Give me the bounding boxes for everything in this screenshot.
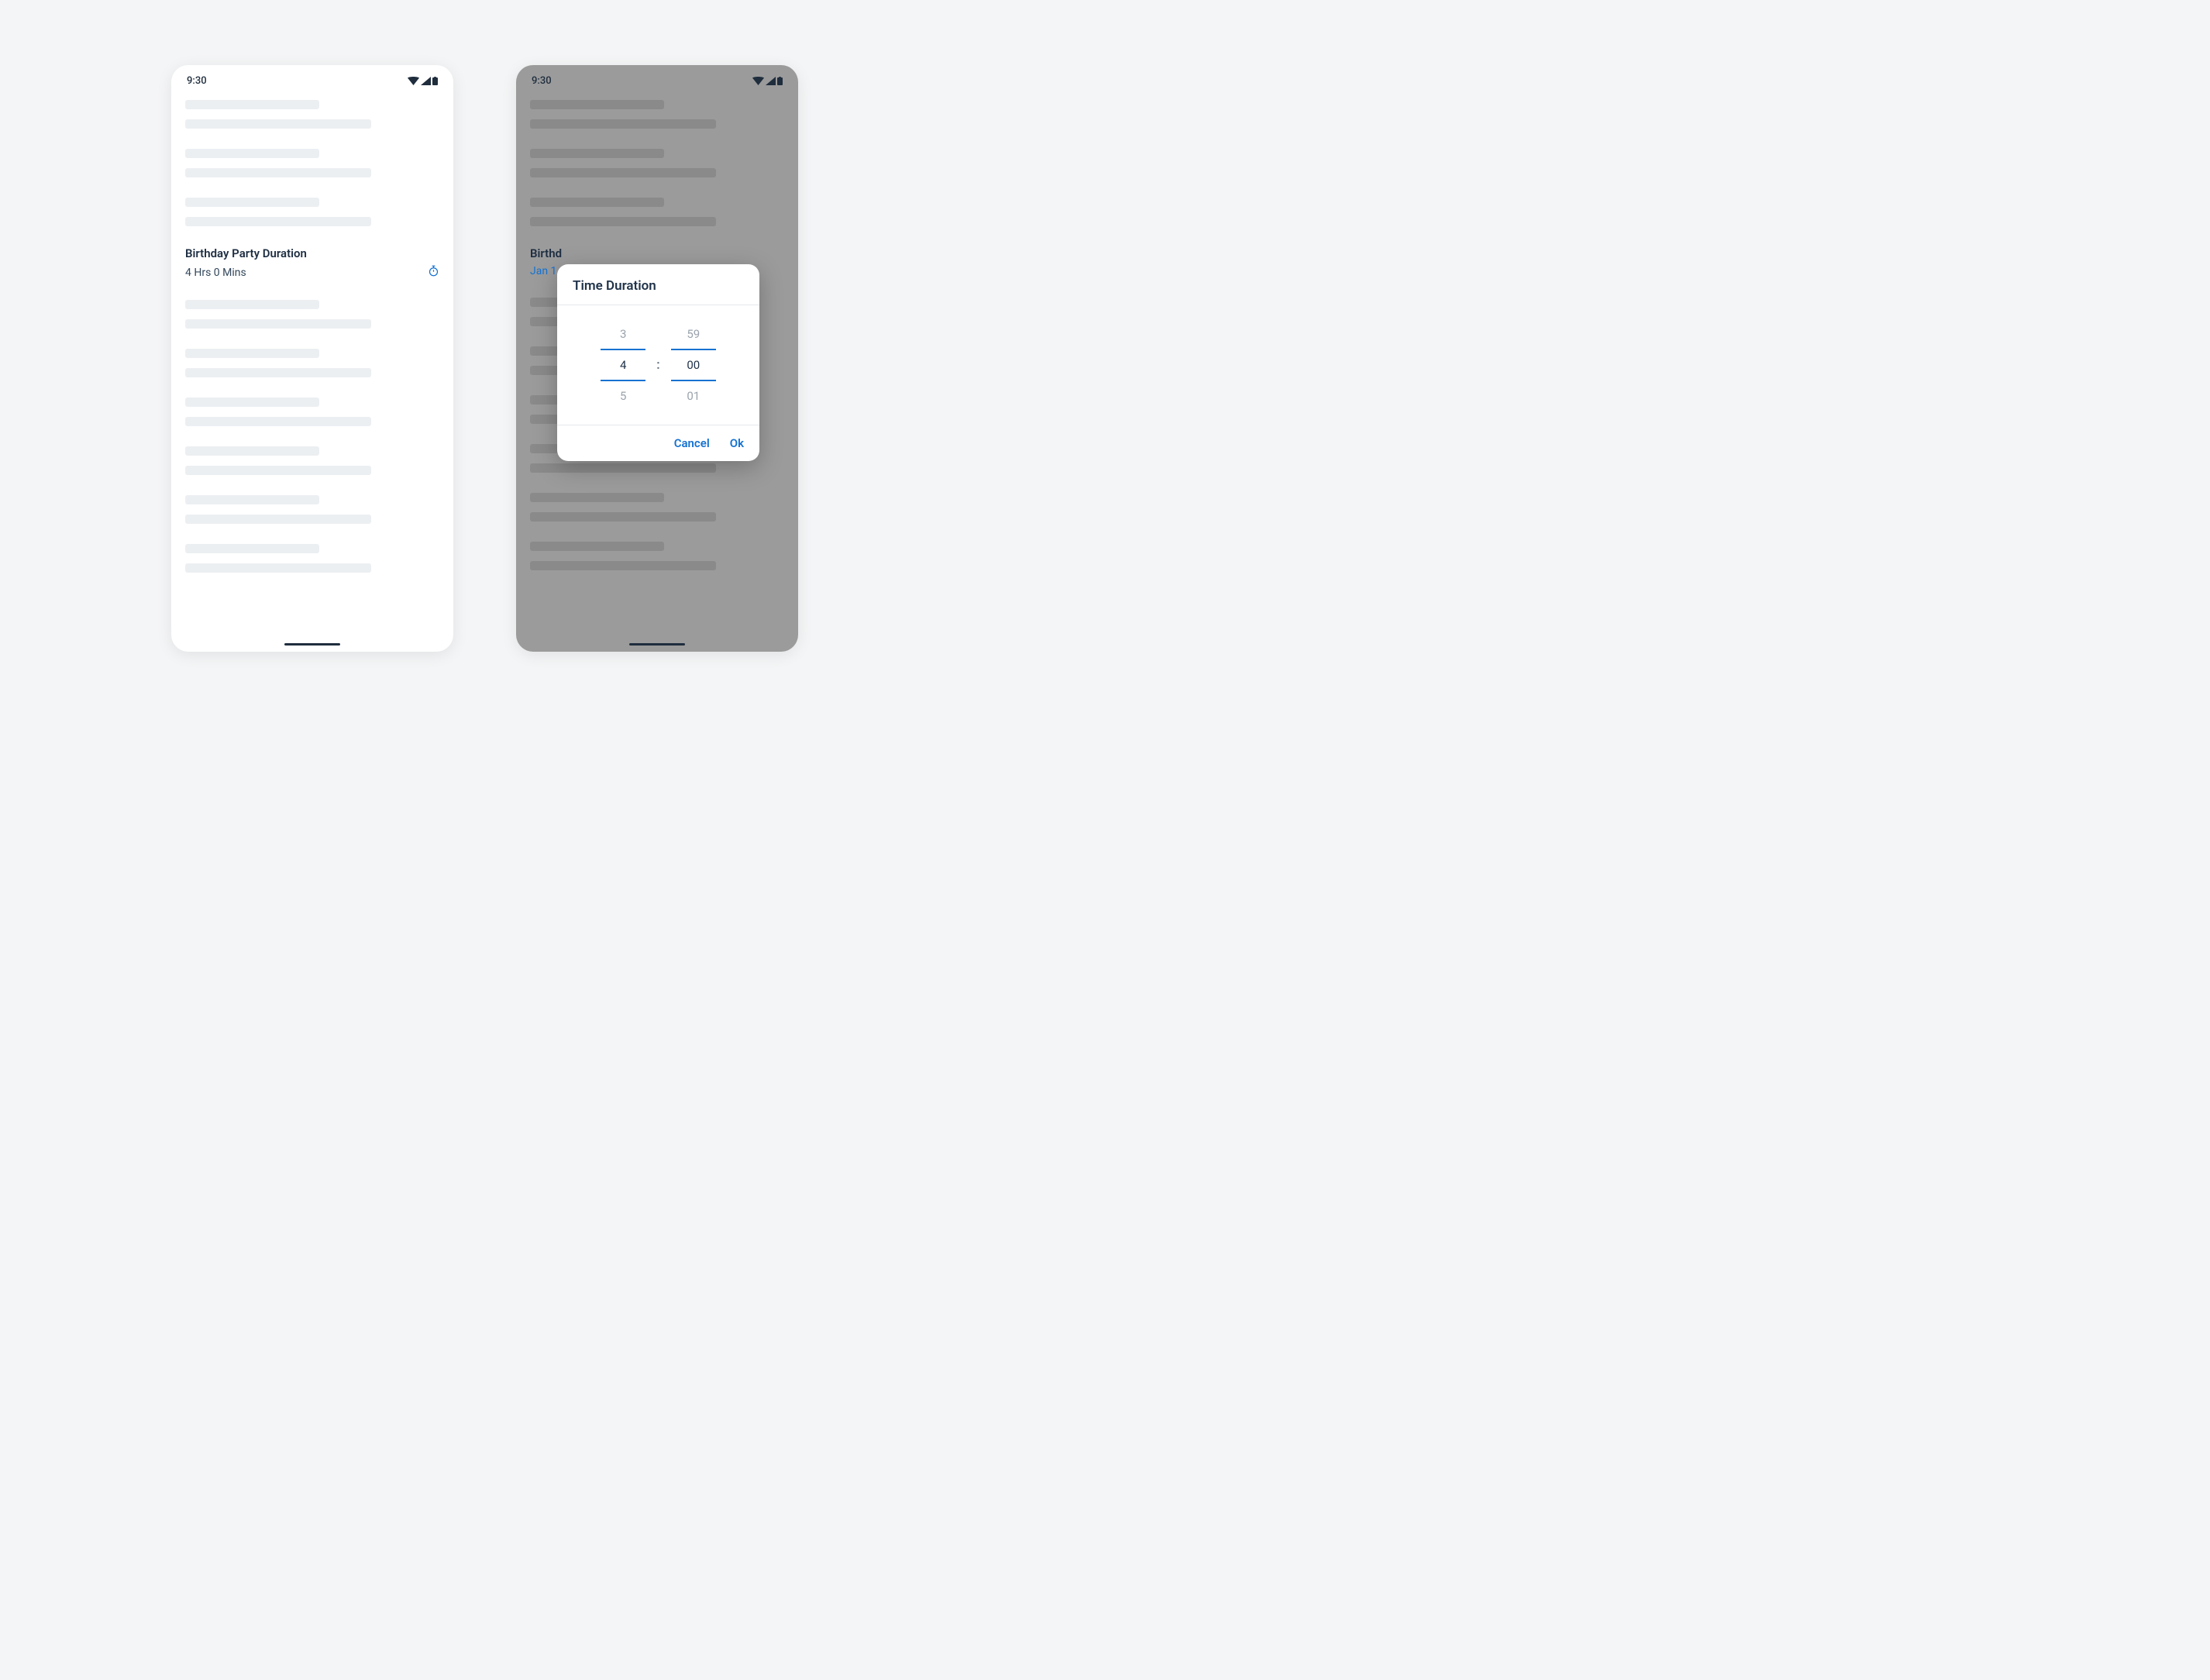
placeholder-line xyxy=(530,512,716,522)
placeholder-line xyxy=(185,149,319,158)
placeholder-line xyxy=(530,542,664,551)
placeholder-group xyxy=(185,100,439,129)
hours-column[interactable]: 3 4 5 xyxy=(601,319,645,411)
status-time: 9:30 xyxy=(532,75,552,87)
time-duration-dialog: Time Duration 3 4 5 : 59 00 01 Cancel Ok xyxy=(557,264,759,461)
minutes-prev: 59 xyxy=(671,319,716,349)
wifi-icon xyxy=(408,77,419,85)
hours-prev: 3 xyxy=(601,319,645,349)
placeholder-line xyxy=(185,495,319,504)
placeholder-group xyxy=(530,542,784,570)
duration-field-label-partial: Birthd xyxy=(530,246,784,260)
duration-field[interactable]: Birthday Party Duration 4 Hrs 0 Mins xyxy=(185,246,439,280)
placeholder-line xyxy=(185,198,319,207)
placeholder-group xyxy=(185,495,439,524)
ok-button[interactable]: Ok xyxy=(730,436,744,450)
duration-field-value: 4 Hrs 0 Mins xyxy=(185,267,246,279)
placeholder-group xyxy=(185,149,439,177)
dialog-actions: Cancel Ok xyxy=(557,425,759,461)
duration-picker: 3 4 5 : 59 00 01 xyxy=(557,305,759,425)
minutes-column[interactable]: 59 00 01 xyxy=(671,319,716,411)
placeholder-line xyxy=(185,515,371,524)
placeholder-line xyxy=(530,198,664,207)
placeholder-group xyxy=(185,446,439,475)
phone-mock-default: 9:30 Birthday Party Duration 4 Hrs 0 Min… xyxy=(171,65,453,652)
placeholder-line xyxy=(185,217,371,226)
placeholder-line xyxy=(185,119,371,129)
placeholder-group xyxy=(530,100,784,129)
placeholder-line xyxy=(185,168,371,177)
placeholder-line xyxy=(530,217,716,226)
placeholder-line xyxy=(185,398,319,407)
home-indicator xyxy=(284,643,340,645)
status-icons xyxy=(408,77,438,85)
placeholder-line xyxy=(185,563,371,573)
duration-field-value-partial: Jan 1 xyxy=(530,265,556,277)
placeholder-line xyxy=(185,319,371,329)
placeholder-group xyxy=(185,398,439,426)
home-indicator xyxy=(629,643,685,645)
minutes-current: 00 xyxy=(671,350,716,380)
placeholder-line xyxy=(185,417,371,426)
placeholder-group xyxy=(185,300,439,329)
duration-field-label: Birthday Party Duration xyxy=(185,246,439,260)
placeholder-line xyxy=(185,544,319,553)
placeholder-line xyxy=(185,446,319,456)
hours-next: 5 xyxy=(601,381,645,411)
stopwatch-icon[interactable] xyxy=(428,265,439,280)
minutes-next: 01 xyxy=(671,381,716,411)
placeholder-line xyxy=(185,100,319,109)
placeholder-line xyxy=(530,119,716,129)
placeholder-line xyxy=(530,100,664,109)
dialog-title: Time Duration xyxy=(557,264,759,305)
placeholder-line xyxy=(185,349,319,358)
placeholder-line xyxy=(530,493,664,502)
placeholder-group xyxy=(185,544,439,573)
placeholder-line xyxy=(530,463,716,473)
cancel-button[interactable]: Cancel xyxy=(674,436,710,450)
battery-icon xyxy=(432,77,438,85)
placeholder-line xyxy=(185,466,371,475)
placeholder-group xyxy=(185,349,439,377)
placeholder-line xyxy=(530,168,716,177)
placeholder-group xyxy=(530,198,784,226)
wifi-icon xyxy=(752,77,764,85)
placeholder-line xyxy=(185,368,371,377)
placeholder-line xyxy=(530,149,664,158)
cellular-icon xyxy=(766,77,776,85)
placeholder-line xyxy=(530,561,716,570)
phone-mock-dialog-open: 9:30 Birthd Jan 1 xyxy=(516,65,798,652)
status-bar: 9:30 xyxy=(516,65,798,96)
placeholder-group xyxy=(530,149,784,177)
status-icons xyxy=(752,77,783,85)
placeholder-group xyxy=(185,198,439,226)
battery-icon xyxy=(777,77,783,85)
content-area: Birthday Party Duration 4 Hrs 0 Mins xyxy=(171,96,453,573)
hours-current: 4 xyxy=(601,350,645,380)
placeholder-group xyxy=(530,493,784,522)
placeholder-line xyxy=(185,300,319,309)
picker-separator: : xyxy=(656,357,660,373)
status-time: 9:30 xyxy=(187,75,207,87)
cellular-icon xyxy=(421,77,431,85)
status-bar: 9:30 xyxy=(171,65,453,96)
